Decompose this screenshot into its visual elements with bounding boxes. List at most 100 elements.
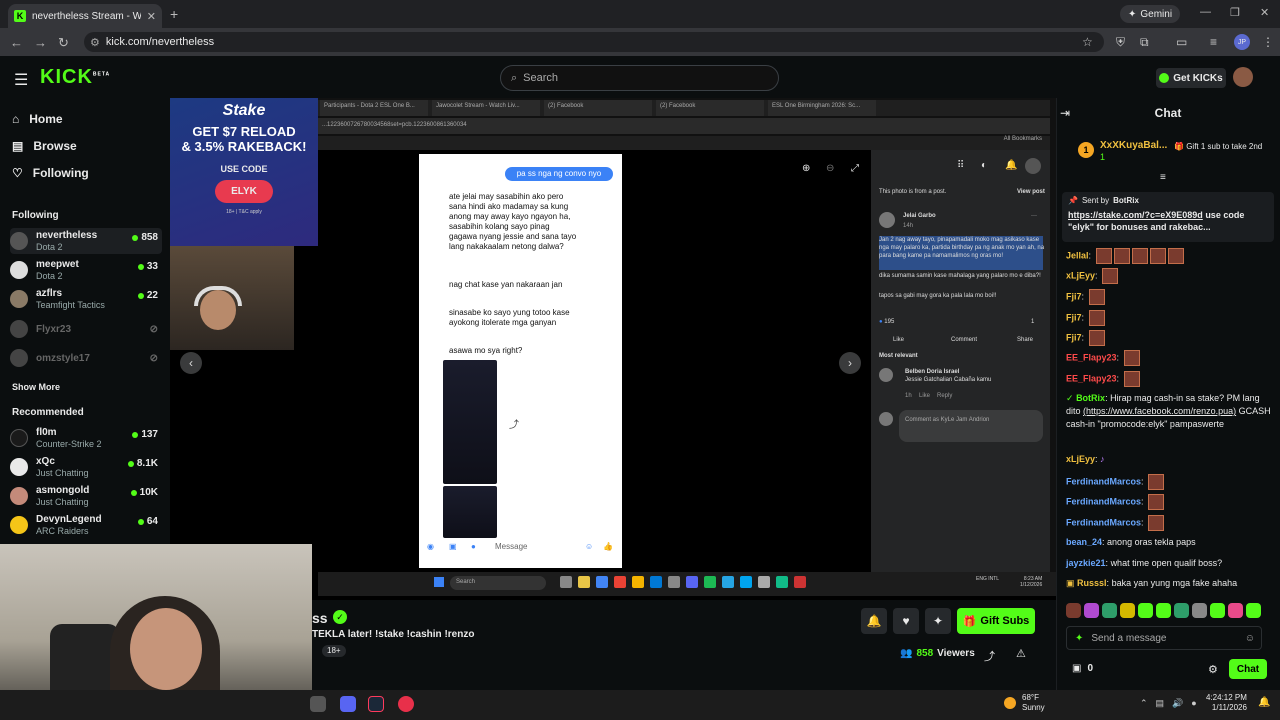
emoji-picker-icon[interactable]: ☺: [1245, 633, 1255, 644]
top-gifter-name[interactable]: XxXKuyaBal...: [1100, 140, 1167, 151]
sidebar-item-browse[interactable]: ▤ Browse: [12, 139, 77, 153]
weather-widget[interactable]: 68°F Sunny: [1004, 693, 1045, 713]
notification-bell-button[interactable]: 🔔: [861, 608, 887, 634]
emote-button[interactable]: [1102, 603, 1117, 618]
chat-username[interactable]: Russsl: [1077, 578, 1107, 588]
maximize-icon[interactable]: ❐: [1230, 6, 1240, 19]
emote-button[interactable]: [1174, 603, 1189, 618]
url-text: kick.com/nevertheless: [105, 36, 215, 48]
shield-icon[interactable]: ⛨: [1116, 35, 1125, 50]
home-icon: ⌂: [12, 112, 20, 126]
pinned-link[interactable]: https://stake.com/?c=eX9E089d: [1068, 210, 1203, 220]
get-kicks-button[interactable]: Get KICKs: [1156, 68, 1226, 88]
emote-button[interactable]: [1066, 603, 1081, 618]
chat-username[interactable]: xLjEyy: [1066, 454, 1095, 464]
chat-username[interactable]: EE_Flapy23: [1066, 373, 1117, 383]
live-dot-icon: [132, 431, 139, 438]
close-tab-icon[interactable]: ✕: [147, 10, 156, 23]
user-avatar[interactable]: [1233, 67, 1253, 87]
minimize-icon[interactable]: —: [1200, 6, 1211, 18]
gemini-button[interactable]: ✦ Gemini: [1120, 5, 1181, 23]
sidebar-channel[interactable]: omzstyle17 ⊘: [10, 349, 162, 375]
sidebar-channel[interactable]: asmongold Just Chatting 10K: [10, 483, 162, 509]
emote-button[interactable]: [1210, 603, 1225, 618]
extensions-icon[interactable]: ⧉: [1140, 35, 1149, 50]
search-input[interactable]: ⌕ Search: [500, 65, 779, 91]
sidebar-channel[interactable]: azflrs Teamfight Tactics 22: [10, 286, 162, 312]
site-info-icon[interactable]: ⚙: [90, 36, 100, 49]
os-clock[interactable]: 4:24:12 PM 1/11/2026: [1206, 693, 1247, 713]
live-dot-icon: [137, 292, 144, 299]
chat-username[interactable]: FerdinandMarcos: [1066, 517, 1141, 527]
emote-button[interactable]: [1228, 603, 1243, 618]
notification-icon[interactable]: 🔔: [1258, 697, 1270, 708]
forward-icon[interactable]: →: [34, 35, 47, 50]
sidebar-item-home[interactable]: ⌂ Home: [12, 112, 63, 126]
sidebar-channel[interactable]: xQc Just Chatting 8.1K: [10, 454, 162, 480]
back-icon[interactable]: ←: [10, 35, 23, 50]
chat-settings-icon[interactable]: ⚙: [1208, 663, 1218, 676]
chat-username[interactable]: Fji7: [1066, 312, 1082, 322]
bookmark-star-icon[interactable]: ☆: [1082, 35, 1093, 49]
chat-link[interactable]: (https://www.facebook.com/renzo.pua): [1083, 406, 1236, 416]
chat-username[interactable]: Fji7: [1066, 291, 1082, 301]
media-icon[interactable]: ≡: [1210, 35, 1217, 49]
steam-icon[interactable]: [368, 696, 384, 712]
taskbar-app-icon[interactable]: [310, 696, 326, 712]
ad-line2: & 3.5% RAKEBACK!: [181, 139, 307, 154]
network-icon[interactable]: ▤: [1156, 698, 1165, 709]
chat-username[interactable]: Fji7: [1066, 332, 1082, 342]
close-window-icon[interactable]: ✕: [1260, 6, 1269, 19]
kicks-balance[interactable]: ▣ 0: [1072, 663, 1093, 674]
show-more-link[interactable]: Show More: [12, 382, 60, 392]
chat-username[interactable]: FerdinandMarcos: [1066, 476, 1141, 486]
sidebar-channel[interactable]: fl0m Counter-Strike 2 137: [10, 425, 162, 451]
sidebar-item-following[interactable]: ♡ Following: [12, 166, 89, 180]
chat-username[interactable]: xLjEyy: [1066, 270, 1095, 280]
send-chat-button[interactable]: Chat: [1229, 659, 1267, 679]
profile-avatar[interactable]: JP: [1234, 34, 1250, 50]
chat-username[interactable]: jayzkie21: [1066, 558, 1106, 568]
chat-input[interactable]: ✦ Send a message ☺: [1066, 626, 1262, 650]
emote-button[interactable]: [1156, 603, 1171, 618]
emote-button[interactable]: [1084, 603, 1099, 618]
chat-username[interactable]: Jellal: [1066, 250, 1089, 260]
new-tab-icon[interactable]: +: [170, 6, 178, 22]
sparkle-button[interactable]: ✦: [925, 608, 951, 634]
cast-icon[interactable]: ▭: [1176, 35, 1187, 49]
emote-button[interactable]: [1246, 603, 1261, 618]
volume-icon[interactable]: 🔊: [1172, 698, 1183, 709]
reload-icon[interactable]: ↻: [58, 35, 69, 51]
chevron-up-icon[interactable]: ⌃: [1140, 698, 1148, 709]
emote-button[interactable]: [1138, 603, 1153, 618]
chat-username[interactable]: bean_24: [1066, 537, 1102, 547]
report-icon[interactable]: ⚠: [1016, 647, 1026, 660]
url-field[interactable]: ⚙ kick.com/nevertheless: [84, 32, 1104, 52]
menu-dots-icon[interactable]: ⋮: [1262, 35, 1274, 49]
chat-username[interactable]: FerdinandMarcos: [1066, 496, 1141, 506]
sidebar-channel[interactable]: nevertheless Dota 2 858: [10, 228, 162, 254]
media-player-icon[interactable]: [398, 696, 414, 712]
emote-button[interactable]: [1120, 603, 1135, 618]
gift-prompt[interactable]: 🎁 Gift 1 sub to take 2nd: [1174, 142, 1274, 151]
browser-tab[interactable]: K nevertheless Stream - Watch Liv... ✕: [8, 4, 162, 28]
filter-icon[interactable]: ≡: [1160, 172, 1166, 183]
viewer-count: 33: [137, 261, 158, 272]
message-placeholder: Message: [495, 542, 528, 551]
discord-icon[interactable]: [340, 696, 356, 712]
collapse-chat-icon[interactable]: ⇥: [1060, 106, 1070, 120]
hamburger-menu-icon[interactable]: ☰: [14, 70, 28, 90]
mic-icon[interactable]: ●: [1191, 698, 1196, 709]
emote-button[interactable]: [1192, 603, 1207, 618]
sidebar-channel[interactable]: DevynLegend ARC Raiders 64: [10, 512, 162, 538]
chat-username[interactable]: BotRix: [1076, 393, 1105, 403]
kick-logo[interactable]: KICKBETA: [40, 66, 110, 89]
chat-username[interactable]: EE_Flapy23: [1066, 352, 1117, 362]
sidebar-channel[interactable]: Flyxr23 ⊘: [10, 320, 162, 346]
share-icon[interactable]: ⤴: [984, 648, 995, 664]
fb-comment: Comment: [951, 337, 978, 343]
streamer-name[interactable]: ss: [312, 610, 328, 626]
sidebar-channel[interactable]: meepwet Dota 2 33: [10, 257, 162, 283]
gift-subs-button[interactable]: 🎁 Gift Subs: [957, 608, 1035, 634]
follow-button[interactable]: ♥: [893, 608, 919, 634]
